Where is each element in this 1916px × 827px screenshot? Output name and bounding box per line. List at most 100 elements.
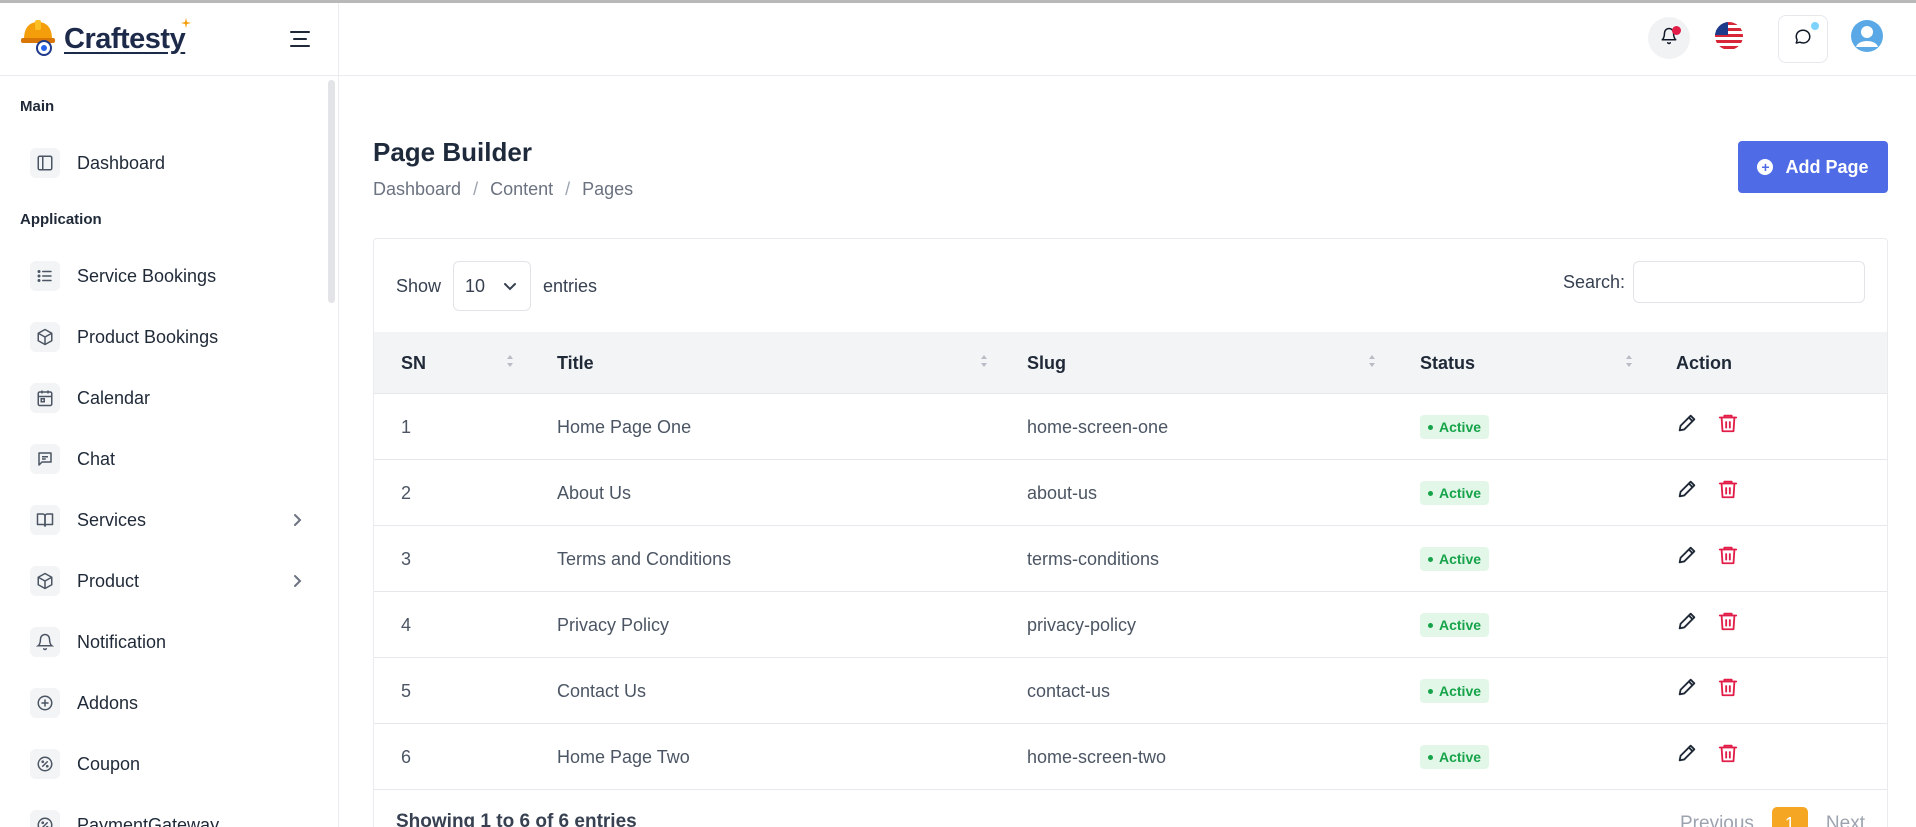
breadcrumb-content[interactable]: Content [490, 179, 553, 200]
edit-icon[interactable] [1676, 478, 1698, 505]
notification-button[interactable] [1648, 17, 1690, 59]
cell-sn: 2 [401, 482, 412, 503]
column-header-title[interactable]: Title [557, 332, 594, 394]
column-header-slug[interactable]: Slug [1027, 332, 1066, 394]
edit-icon[interactable] [1676, 610, 1698, 637]
brand-name: Craftesty [64, 23, 186, 55]
pages-table-card: Show 10 entries Search: SN Title Slug St… [373, 238, 1888, 827]
column-header-status[interactable]: Status [1420, 332, 1475, 394]
column-header-action: Action [1676, 352, 1732, 373]
cell-sn: 5 [401, 680, 412, 701]
breadcrumb: Dashboard / Content / Pages [373, 179, 633, 200]
top-header: Craftesty [0, 3, 1916, 76]
entries-select-value: 10 [465, 275, 486, 296]
add-page-button[interactable]: + Add Page [1738, 141, 1888, 193]
cell-slug: privacy-policy [1027, 614, 1137, 635]
cell-title: Contact Us [557, 680, 647, 701]
page-title: Page Builder [373, 137, 532, 167]
table-row: 4 Privacy Policy privacy-policy Active [374, 592, 1887, 658]
delete-icon[interactable] [1717, 676, 1739, 703]
sidebar-item-dashboard[interactable]: Dashboard [30, 143, 310, 183]
calendar-icon [30, 383, 60, 413]
sidebar-item-label: Product [77, 570, 140, 591]
sidebar-item-services[interactable]: Services [30, 500, 310, 540]
book-icon [30, 505, 60, 535]
entries-select[interactable]: 10 [453, 261, 532, 311]
sidebar-item-calendar[interactable]: Calendar [30, 378, 310, 418]
percent-icon [30, 810, 60, 827]
search-input[interactable] [1633, 261, 1865, 303]
add-page-label: Add Page [1785, 156, 1869, 177]
cell-sn: 1 [401, 416, 412, 437]
table-row: 1 Home Page One home-screen-one Active [374, 394, 1887, 460]
delete-icon[interactable] [1717, 544, 1739, 571]
sidebar-item-service-bookings[interactable]: Service Bookings [30, 256, 310, 296]
sort-icon[interactable] [980, 353, 988, 374]
sidebar-item-addons[interactable]: Addons [30, 683, 310, 723]
us-flag-icon [1714, 21, 1744, 56]
sidebar-item-label: PaymentGateway [77, 814, 220, 827]
menu-toggle-icon[interactable] [290, 29, 312, 49]
edit-icon[interactable] [1676, 544, 1698, 571]
chat-icon [1794, 28, 1812, 51]
sidebar-item-label: Service Bookings [77, 265, 217, 286]
language-button[interactable] [1708, 17, 1750, 59]
sidebar-item-label: Coupon [77, 753, 141, 774]
layout-icon [30, 148, 60, 178]
sidebar-item-label: Addons [77, 692, 139, 713]
sidebar-scrollbar[interactable] [328, 80, 335, 303]
status-badge: Active [1420, 745, 1490, 769]
user-avatar[interactable] [1846, 17, 1888, 59]
cell-title: Terms and Conditions [557, 548, 732, 569]
edit-icon[interactable] [1676, 742, 1698, 769]
sort-icon[interactable] [1368, 353, 1376, 374]
breadcrumb-dashboard[interactable]: Dashboard [373, 179, 461, 200]
sidebar-item-notification[interactable]: Notification [30, 622, 310, 662]
pagination-previous[interactable]: Previous [1680, 813, 1754, 827]
pagination: Previous 1 Next [1680, 807, 1865, 827]
edit-icon[interactable] [1676, 412, 1698, 439]
sort-icon[interactable] [506, 353, 514, 374]
cell-slug: contact-us [1027, 680, 1111, 701]
cell-title: About Us [557, 482, 632, 503]
chevron-down-icon [504, 283, 517, 291]
table-row: 3 Terms and Conditions terms-conditions … [374, 526, 1887, 592]
sidebar-item-label: Services [77, 509, 147, 530]
sidebar-section-main: Main [20, 98, 55, 115]
cell-status: Active [1420, 460, 1490, 526]
sidebar-item-label: Dashboard [77, 152, 166, 173]
sort-icon[interactable] [1625, 353, 1633, 374]
sidebar-item-coupon[interactable]: Coupon [30, 744, 310, 784]
chat-dot [1811, 22, 1819, 30]
sidebar-item-payment-gateway[interactable]: PaymentGateway [30, 805, 310, 827]
sidebar-section-application: Application [20, 211, 102, 228]
delete-icon[interactable] [1717, 610, 1739, 637]
bell-icon [30, 627, 60, 657]
edit-icon[interactable] [1676, 676, 1698, 703]
sidebar-item-product[interactable]: Product [30, 561, 310, 601]
brand-area: Craftesty [0, 3, 339, 76]
sidebar-item-chat[interactable]: Chat [30, 439, 310, 479]
breadcrumb-pages: Pages [582, 179, 634, 199]
brand-logo[interactable]: Craftesty [20, 17, 195, 62]
pagination-next[interactable]: Next [1826, 813, 1865, 827]
message-icon [30, 444, 60, 474]
entries-length-control: Show 10 entries [396, 261, 597, 311]
box-icon [30, 566, 60, 596]
pagination-page-1[interactable]: 1 [1771, 807, 1808, 827]
cell-sn: 4 [401, 614, 412, 635]
cell-title: Home Page One [557, 416, 692, 437]
sidebar-item-label: Chat [77, 448, 116, 469]
delete-icon[interactable] [1717, 478, 1739, 505]
column-header-sn[interactable]: SN [401, 332, 426, 394]
chat-button[interactable] [1778, 15, 1828, 63]
delete-icon[interactable] [1717, 412, 1739, 439]
sidebar-item-product-bookings[interactable]: Product Bookings [30, 317, 310, 357]
breadcrumb-separator: / [565, 179, 571, 199]
delete-icon[interactable] [1717, 742, 1739, 769]
list-icon [30, 261, 60, 291]
table-row: 6 Home Page Two home-screen-two Active [374, 724, 1887, 790]
sidebar: Main Dashboard Application Service Booki… [0, 76, 339, 827]
table-info: Showing 1 to 6 of 6 entries [396, 811, 637, 827]
status-badge: Active [1420, 547, 1490, 571]
